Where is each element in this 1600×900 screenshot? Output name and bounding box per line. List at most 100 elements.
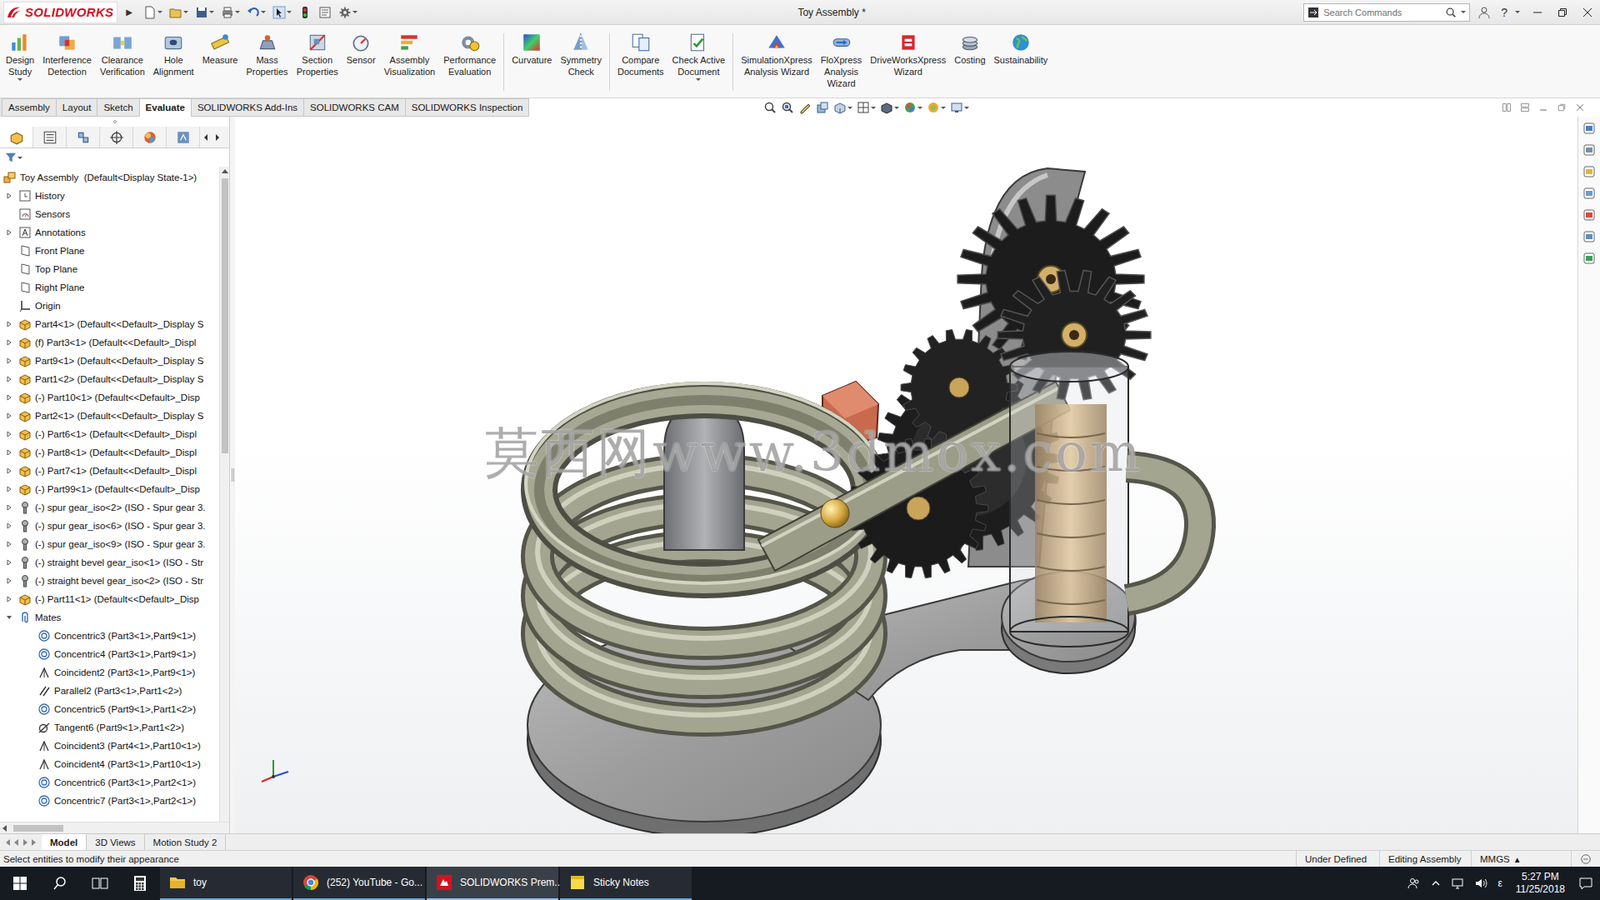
task-pane-button[interactable] [1580, 228, 1598, 245]
view-tool-button[interactable] [798, 100, 812, 115]
tree-item[interactable]: Coincident4 (Part3<1>,Part10<1>) [0, 755, 220, 774]
ribbon-button[interactable]: AssemblyVisualization [380, 30, 440, 79]
ribbon-button[interactable]: SectionProperties [292, 30, 343, 79]
tree-item[interactable]: (-) straight bevel gear_iso<1> (ISO - St… [0, 553, 220, 572]
model-tab[interactable]: 3D Views [86, 834, 145, 850]
tree-filter[interactable] [0, 148, 230, 167]
dropdown-caret[interactable] [1460, 10, 1466, 14]
dimxpert-tab[interactable] [100, 126, 134, 148]
tree-item[interactable]: Annotations [0, 223, 220, 242]
options-button[interactable] [335, 4, 360, 21]
ribbon-button[interactable]: ClearanceVerification [95, 30, 150, 79]
expander[interactable] [3, 339, 15, 346]
dropdown-caret[interactable] [17, 78, 23, 81]
rebuild-button[interactable] [295, 4, 315, 21]
ribbon-button[interactable]: Check ActiveDocument [668, 30, 730, 83]
ribbon-button[interactable]: Costing [950, 30, 990, 67]
document-window-button[interactable] [1575, 102, 1585, 113]
panel-grip[interactable] [0, 116, 230, 127]
command-tab[interactable]: Sketch [96, 98, 140, 117]
save-button[interactable] [192, 4, 217, 21]
view-tool-button[interactable] [833, 100, 853, 115]
tree-item[interactable]: Origin [0, 296, 220, 315]
tree-item[interactable]: Right Plane [0, 278, 220, 297]
task-pane-button[interactable] [1580, 250, 1598, 267]
status-tools[interactable] [1570, 850, 1600, 867]
display-manager-tab[interactable] [133, 126, 167, 148]
calculator-button[interactable] [120, 866, 160, 900]
command-tab[interactable]: Layout [55, 98, 99, 117]
dropdown-caret[interactable] [235, 10, 240, 14]
task-pane-button[interactable] [1580, 141, 1598, 159]
vertical-scrollbar[interactable] [219, 166, 230, 822]
tree-item[interactable]: (-) Part7<1> (Default<<Default>_Displ [0, 461, 220, 480]
dropdown-caret[interactable] [940, 106, 946, 110]
expander[interactable] [3, 522, 15, 530]
ribbon-button[interactable]: DriveWorksXpressWizard [865, 30, 950, 79]
tab-scroll-right[interactable] [211, 126, 224, 148]
help-button[interactable]: ? [1498, 5, 1510, 20]
ribbon-button[interactable]: Sensor [342, 30, 380, 67]
tree-item[interactable]: Concentric4 (Part3<1>,Part9<1>) [0, 645, 220, 664]
tree-item[interactable]: (-) spur gear_iso<9> (ISO - Spur gear 3. [0, 535, 220, 554]
dropdown-caret[interactable] [964, 106, 970, 110]
ribbon-button[interactable]: SimulationXpressAnalysis Wizard [736, 30, 817, 79]
view-tool-button[interactable] [763, 100, 777, 115]
ribbon-button[interactable]: InterferenceDetection [38, 30, 96, 79]
print-button[interactable] [218, 4, 243, 21]
expander[interactable] [3, 430, 15, 438]
tree-item[interactable]: (-) Part8<1> (Default<<Default>_Displ [0, 443, 220, 462]
scroll-thumb[interactable] [13, 825, 64, 832]
unit-system[interactable]: MMGS▴ [1470, 850, 1571, 867]
expander[interactable] [3, 192, 15, 200]
expander[interactable] [3, 485, 15, 493]
tree-item[interactable]: (-) Part99<1> (Default<<Default>_Disp [0, 480, 220, 499]
tree-item[interactable]: Mates [0, 608, 220, 627]
file-properties-button[interactable] [315, 4, 335, 21]
tree-item[interactable]: Top Plane [0, 260, 220, 279]
solidworks-logo[interactable]: SOLIDWORKS [3, 1, 118, 24]
tree-item[interactable]: (f) Part3<1> (Default<<Default>_Displ [0, 333, 220, 352]
expander[interactable] [3, 357, 15, 365]
task-pane-button[interactable] [1580, 206, 1598, 224]
expander[interactable] [3, 394, 15, 401]
help-dropdown-caret[interactable] [1515, 10, 1520, 14]
tree-item[interactable]: (-) Part10<1> (Default<<Default>_Disp [0, 388, 220, 407]
dropdown-caret[interactable] [157, 10, 163, 14]
configuration-manager-tab[interactable] [66, 126, 100, 148]
view-tool-button[interactable] [856, 100, 876, 115]
view-tool-button[interactable] [926, 100, 946, 115]
command-tab[interactable]: SOLIDWORKS Inspection [405, 98, 530, 117]
dropdown-caret[interactable] [847, 106, 853, 110]
view-tool-button[interactable] [903, 100, 923, 115]
tree-item[interactable]: Tangent6 (Part9<1>,Part1<2>) [0, 718, 220, 737]
dropdown-caret[interactable] [260, 10, 266, 14]
tab-nav-arrow-icon[interactable] [5, 839, 12, 846]
command-tab[interactable]: Assembly [1, 98, 57, 117]
tree-item[interactable]: Toy Assembly (Default<Display State-1>) [0, 168, 220, 187]
dropdown-caret[interactable] [917, 106, 923, 110]
ribbon-button[interactable]: Measure [198, 30, 243, 67]
clock[interactable]: 5:27 PM11/25/2018 [1512, 870, 1569, 896]
ribbon-button[interactable]: DesignStudy [1, 30, 39, 83]
tree-item[interactable]: (-) Part6<1> (Default<<Default>_Displ [0, 425, 220, 444]
scroll-thumb[interactable] [221, 178, 229, 454]
expander[interactable] [3, 614, 15, 621]
restore-button[interactable] [1550, 0, 1575, 25]
input-indicator[interactable]: ε [1497, 877, 1502, 890]
tree-item[interactable]: (-) Part11<1> (Default<<Default>_Disp [0, 590, 220, 609]
tree-item[interactable]: Parallel2 (Part3<1>,Part1<2>) [0, 681, 220, 700]
start-button[interactable] [0, 866, 40, 900]
property-manager-tab[interactable] [33, 126, 67, 148]
graphics-area[interactable]: 莫西网www.3dmox.com [235, 116, 1578, 834]
task-view-button[interactable] [80, 866, 120, 900]
view-tool-button[interactable] [950, 100, 970, 115]
model-tab[interactable]: Motion Study 2 [145, 834, 227, 850]
view-tool-button[interactable] [880, 100, 900, 115]
ribbon-button[interactable]: Sustainability [990, 30, 1053, 67]
tab-nav-arrow-icon[interactable] [21, 839, 29, 846]
taskbar-app[interactable]: toy [160, 866, 292, 900]
tree-item[interactable]: Concentric5 (Part9<1>,Part1<2>) [0, 700, 220, 719]
tree-item[interactable]: Coincident2 (Part3<1>,Part9<1>) [0, 663, 220, 682]
tab-nav-arrow-icon[interactable] [30, 839, 37, 846]
